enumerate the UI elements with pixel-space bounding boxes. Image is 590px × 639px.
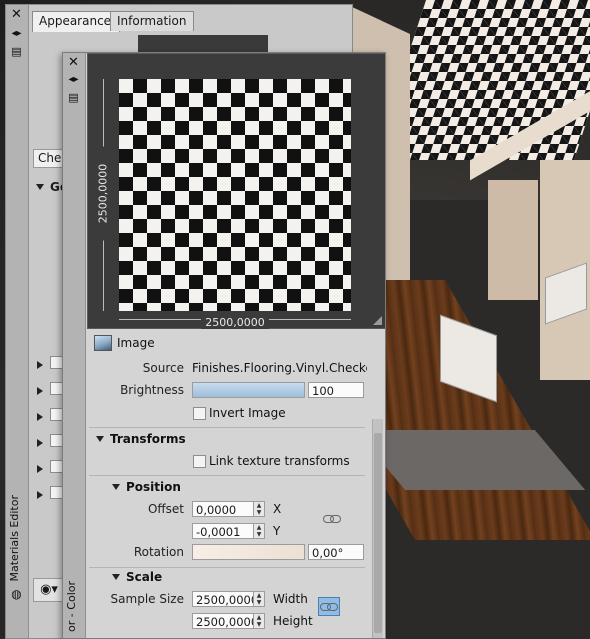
sample-width-input[interactable]: 2500,0000 [192,591,258,607]
close-icon[interactable]: ✕ [66,56,81,70]
preview-height-label: 2500,0000 [96,146,110,241]
brightness-label: Brightness [120,383,184,397]
expand-icon [36,184,44,190]
brightness-row: Brightness 100 [87,380,385,400]
source-row: Source Finishes.Flooring.Vinyl.Checker.B [87,358,385,378]
texture-preview[interactable]: 2500,0000 2500,0000 [87,53,385,329]
properties-icon[interactable]: ▤ [9,45,24,59]
offset-x-spinner[interactable]: ▲ ▼ [253,501,265,517]
collapse-icon [112,484,120,490]
source-label: Source [142,361,184,375]
preview-width-dimension: 2500,0000 [119,316,351,329]
properties-icon[interactable]: ▤ [66,91,81,105]
autohide-icon[interactable]: ◂▸ [66,73,81,87]
rotation-label: Rotation [133,545,184,559]
brightness-input[interactable]: 100 [308,382,364,398]
texture-editor-content: 2500,0000 2500,0000 Image Source Finishe… [87,53,385,638]
link-texture-transforms-checkbox[interactable] [193,455,206,468]
checker-texture-image [119,79,351,311]
close-icon[interactable]: ✕ [9,8,24,22]
materials-icon[interactable]: ◍ [9,587,24,601]
rotation-input[interactable]: 0,00° [308,544,364,560]
invert-image-row: Invert Image [87,403,385,423]
image-label: Image [117,336,155,350]
sample-height-input[interactable]: 2500,0000 [192,613,258,629]
link-texture-transforms-label: Link texture transforms [209,454,350,468]
source-value[interactable]: Finishes.Flooring.Vinyl.Checker.B [192,358,367,378]
rotation-slider[interactable] [192,544,305,560]
rotation-row: Rotation 0,00° [87,542,385,562]
autohide-icon[interactable]: ◂▸ [9,27,24,41]
collapsed-row[interactable] [37,382,63,398]
image-icon [94,335,112,351]
y-axis-label: Y [273,524,281,538]
brightness-slider[interactable] [192,382,305,398]
offset-label: Offset [147,502,184,516]
offset-y-input[interactable]: -0,0001 [192,523,254,539]
link-texture-transforms-row: Link texture transforms [87,451,385,471]
separator [89,475,365,476]
palette-title: or - Color [65,581,78,632]
sample-height-spinner[interactable]: ▲ ▼ [253,613,265,629]
width-label: Width [273,592,308,606]
sample-height-row: 2500,0000 ▲ ▼ Height [87,611,385,631]
image-header: Image [87,333,385,353]
height-label: Height [273,614,313,628]
offset-y-spinner[interactable]: ▲ ▼ [253,523,265,539]
sample-size-label: Sample Size [110,592,184,606]
resize-grip-icon[interactable] [373,316,382,325]
sample-width-row: Sample Size 2500,0000 ▲ ▼ Width [87,589,385,609]
transforms-section-header[interactable]: Transforms [96,430,186,448]
transforms-label: Transforms [110,432,186,446]
offset-x-input[interactable]: 0,0000 [192,501,254,517]
sample-width-spinner[interactable]: ▲ ▼ [253,591,265,607]
viewport-wall [488,180,538,300]
x-axis-label: X [273,502,282,516]
create-material-button[interactable]: ◉▾ [33,578,65,602]
scale-section-header[interactable]: Scale [112,568,162,586]
offset-y-row: -0,0001 ▲ ▼ Y [87,521,385,541]
invert-image-label: Invert Image [209,406,286,420]
collapsed-row[interactable] [37,356,63,372]
palette-title: Materials Editor [8,495,21,582]
tab-information[interactable]: Information [110,11,194,31]
palette-titlebar[interactable]: ✕ ◂▸ ▤ Materials Editor ◍ [6,5,29,638]
preview-height-dimension: 2500,0000 [96,79,110,311]
tab-appearance[interactable]: Appearance [32,11,120,32]
palette-titlebar[interactable]: ✕ ◂▸ ▤ or - Color [63,53,86,638]
scrollbar-thumb[interactable] [374,433,382,633]
brightness-slider-fill [193,383,304,397]
vertical-scrollbar[interactable] [372,419,383,638]
collapsed-row[interactable] [37,408,63,424]
collapsed-row[interactable] [37,460,63,476]
preview-width-label: 2500,0000 [201,316,269,329]
texture-editor-palette[interactable]: ✕ ◂▸ ▤ or - Color 2500,0000 2500,0000 Im… [62,52,386,639]
scale-label: Scale [126,570,163,584]
invert-image-checkbox[interactable] [193,407,206,420]
separator [89,427,365,428]
position-section-header[interactable]: Position [112,478,181,496]
collapse-icon [112,574,120,580]
collapse-icon [96,436,104,442]
position-label: Position [126,480,181,494]
collapsed-row[interactable] [37,434,63,450]
collapsed-row[interactable] [37,486,63,502]
